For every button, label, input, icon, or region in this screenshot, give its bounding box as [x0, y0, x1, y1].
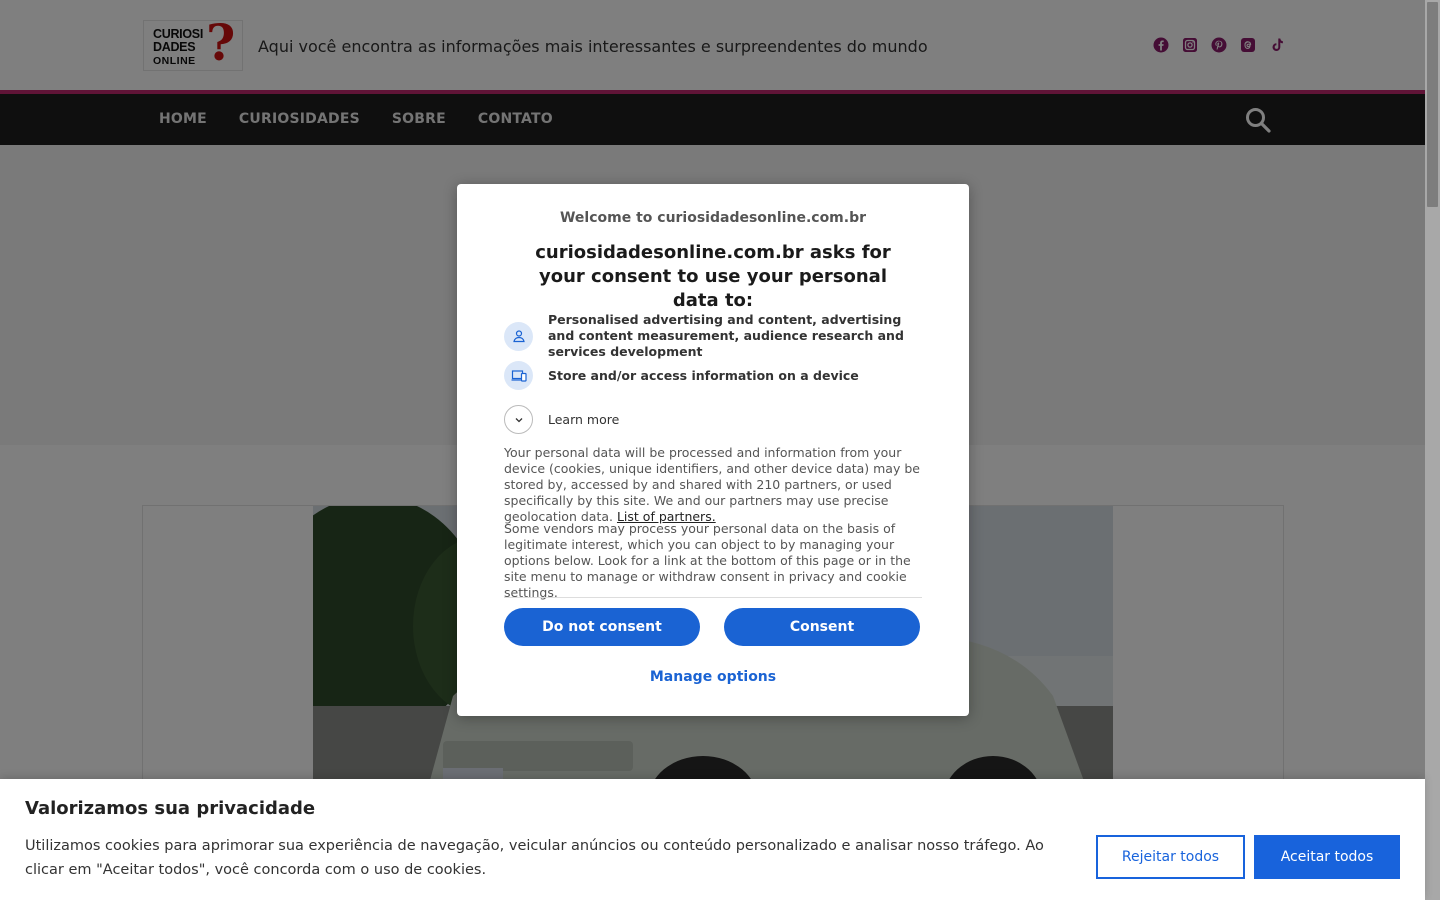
- consent-purpose-advertising: Personalised advertising and content, ad…: [504, 312, 918, 360]
- cookie-banner-title: Valorizamos sua privacidade: [25, 798, 316, 819]
- purpose-text: Personalised advertising and content, ad…: [548, 312, 904, 359]
- divider: [504, 597, 922, 598]
- consent-purpose-storage: Store and/or access information on a dev…: [504, 361, 918, 390]
- cookie-banner-text: Utilizamos cookies para aprimorar sua ex…: [25, 838, 1044, 878]
- consent-description: Your personal data will be processed and…: [504, 445, 922, 525]
- chevron-down-icon[interactable]: [504, 405, 533, 434]
- do-not-consent-button[interactable]: Do not consent: [504, 608, 700, 646]
- consent-button[interactable]: Consent: [724, 608, 920, 646]
- reject-all-button[interactable]: Rejeitar todos: [1096, 835, 1245, 879]
- consent-welcome: Welcome to curiosidadesonline.com.br: [559, 210, 867, 226]
- devices-icon: [504, 361, 533, 390]
- purpose-text: Store and/or access information on a dev…: [548, 367, 859, 383]
- learn-more-toggle[interactable]: Learn more: [504, 405, 918, 434]
- cookie-banner: Valorizamos sua privacidade Utilizamos c…: [0, 779, 1425, 900]
- learn-more-label[interactable]: Learn more: [548, 412, 918, 428]
- page-scrollbar[interactable]: [1425, 0, 1440, 900]
- consent-title: curiosidadesonline.com.br asks for your …: [535, 242, 891, 311]
- consent-dialog: Welcome to curiosidadesonline.com.br cur…: [457, 184, 969, 716]
- manage-options-link[interactable]: Manage options: [457, 669, 969, 685]
- scrollbar-thumb[interactable]: [1427, 2, 1438, 207]
- person-icon: [504, 321, 533, 351]
- legitimate-interest-text: Some vendors may process your personal d…: [504, 521, 911, 600]
- accept-all-button[interactable]: Aceitar todos: [1254, 835, 1400, 879]
